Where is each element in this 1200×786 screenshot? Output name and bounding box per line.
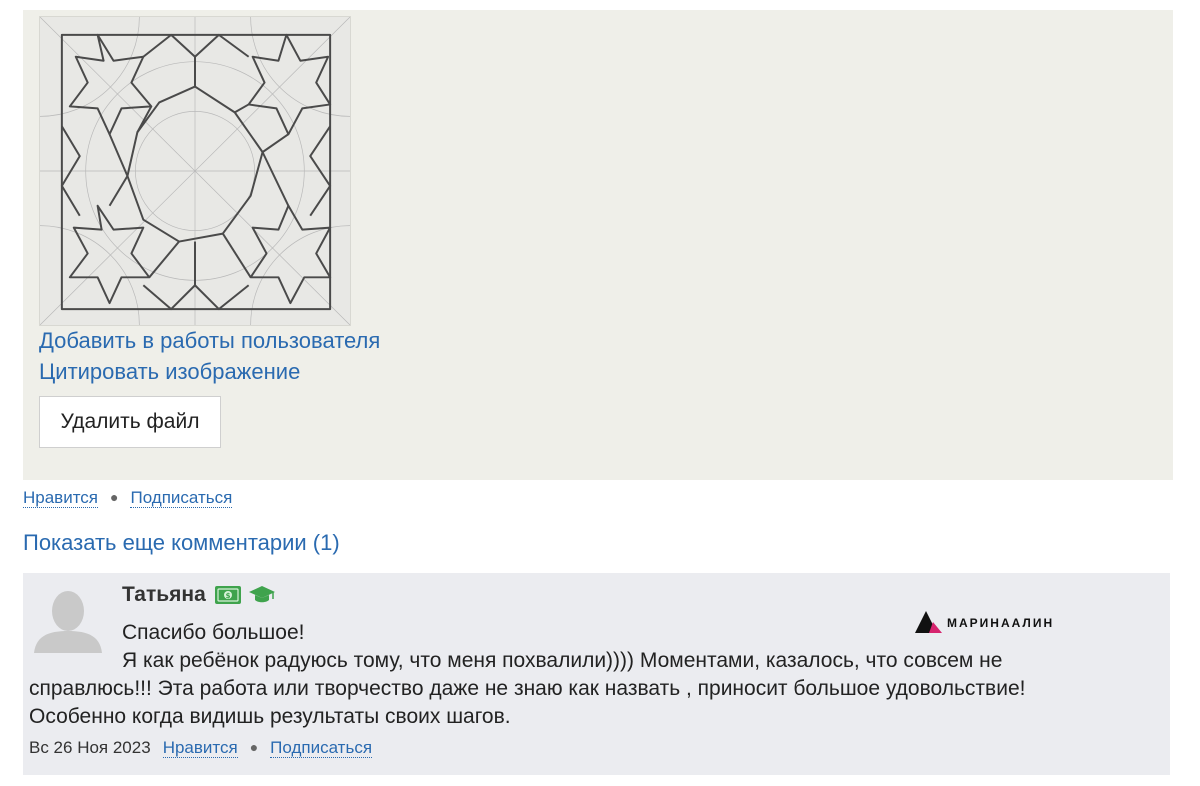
geometric-pattern-drawing — [40, 17, 350, 325]
comment-line: Спасибо большое! — [122, 621, 305, 644]
post-actions: Нравится ● Подписаться — [23, 486, 233, 509]
separator-dot: ● — [110, 489, 119, 505]
graduation-cap-icon — [249, 586, 276, 603]
delete-file-button[interactable]: Удалить файл — [39, 396, 221, 448]
subscribe-link[interactable]: Подписаться — [130, 488, 233, 508]
like-link[interactable]: Нравится — [23, 488, 99, 508]
comment-subscribe-link[interactable]: Подписаться — [270, 738, 373, 758]
money-badge-icon: $ — [214, 586, 241, 604]
cite-image-link[interactable]: Цитировать изображение — [39, 359, 300, 385]
show-more-comments-link[interactable]: Показать еще комментарии (1) — [23, 529, 340, 557]
comment-line: справлюсь!!! Эта работа или творчество д… — [29, 677, 1026, 700]
add-to-user-works-link[interactable]: Добавить в работы пользователя — [39, 328, 380, 354]
comment-date: Вс 26 Ноя 2023 — [29, 738, 151, 757]
geometric-pattern-image[interactable] — [39, 16, 351, 326]
comment: Татьяна $ МАРИНААЛИН Спасибо большое! Я … — [23, 573, 1170, 775]
separator-dot: ● — [249, 739, 259, 755]
comment-text: Спасибо большое! Я как ребёнок радуюсь т… — [29, 619, 1149, 731]
comment-author: Татьяна $ — [122, 581, 276, 609]
svg-text:$: $ — [225, 592, 230, 600]
comment-line: Я как ребёнок радуюсь тому, что меня пох… — [122, 649, 1003, 672]
author-name[interactable]: Татьяна — [122, 583, 206, 606]
attachment-panel: Добавить в работы пользователя Цитироват… — [23, 10, 1173, 480]
comment-meta: Вс 26 Ноя 2023 Нравится ● Подписаться — [29, 735, 373, 760]
comment-line: Особенно когда видишь результаты своих ш… — [29, 705, 511, 728]
comment-like-link[interactable]: Нравится — [162, 738, 238, 758]
